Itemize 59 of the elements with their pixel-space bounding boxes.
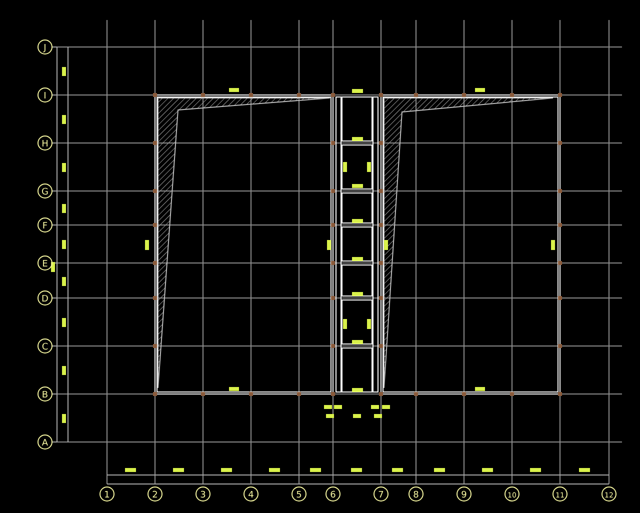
illegible-label-mark (434, 468, 445, 472)
illegible-label-mark (62, 414, 66, 423)
axis-bubble: 6 (326, 486, 340, 502)
axis-bubble: 4 (244, 486, 258, 502)
illegible-label-mark (62, 240, 66, 249)
illegible-label-mark (353, 414, 361, 418)
illegible-label-mark (173, 468, 184, 472)
axis-bubble: 9 (456, 486, 472, 502)
illegible-label-mark (551, 240, 555, 250)
axis-bubble: 8 (408, 486, 424, 502)
illegible-label-mark (352, 137, 363, 141)
illegible-label-mark (229, 387, 239, 391)
axis-bubble: E (38, 256, 52, 270)
illegible-label-mark (475, 387, 485, 391)
illegible-label-mark (384, 240, 388, 250)
illegible-label-mark (62, 67, 66, 76)
illegible-label-mark (352, 89, 363, 93)
illegible-label-mark (327, 240, 331, 250)
illegible-label-mark (352, 184, 363, 188)
illegible-label-mark (530, 468, 541, 472)
axis-bubble: 2 (148, 486, 162, 502)
illegible-label-mark (392, 468, 403, 472)
illegible-label-mark (269, 468, 280, 472)
illegible-label-mark (352, 388, 363, 392)
illegible-label-mark (62, 115, 66, 124)
axis-bubble: F (38, 218, 52, 232)
illegible-label-mark (125, 468, 136, 472)
axis-bubble: H (38, 136, 52, 150)
illegible-label-mark (310, 468, 321, 472)
axis-bubble: B (38, 386, 52, 402)
axis-bubble: I (38, 88, 52, 102)
illegible-label-mark (62, 318, 66, 327)
illegible-label-mark (62, 366, 66, 375)
illegible-label-mark (482, 468, 493, 472)
illegible-label-mark (352, 257, 363, 261)
illegible-label-mark (221, 468, 232, 472)
illegible-label-mark (343, 162, 347, 172)
illegible-label-mark (352, 292, 363, 296)
illegible-label-mark (367, 319, 371, 329)
illegible-label-mark (367, 162, 371, 172)
illegible-label-mark (475, 88, 485, 92)
illegible-label-mark (62, 163, 66, 172)
illegible-label-mark (352, 340, 363, 344)
axis-bubble: 1 (100, 486, 114, 502)
axis-bubble: C (38, 338, 52, 354)
illegible-label-mark (145, 240, 149, 250)
axis-bubble: G (38, 184, 52, 198)
illegible-label-mark (343, 319, 347, 329)
axis-bubble: D (38, 290, 52, 306)
axis-bubble: J (38, 40, 52, 54)
illegible-label-mark (579, 468, 590, 472)
illegible-label-mark (229, 88, 239, 92)
axis-bubble: 3 (196, 486, 210, 502)
illegible-label-mark (62, 204, 66, 213)
axis-bubble: A (38, 434, 52, 450)
illegible-label-mark (352, 219, 363, 223)
axis-bubble: 7 (374, 486, 388, 502)
axis-bubble: 5 (292, 486, 306, 502)
illegible-label-mark (351, 468, 362, 472)
